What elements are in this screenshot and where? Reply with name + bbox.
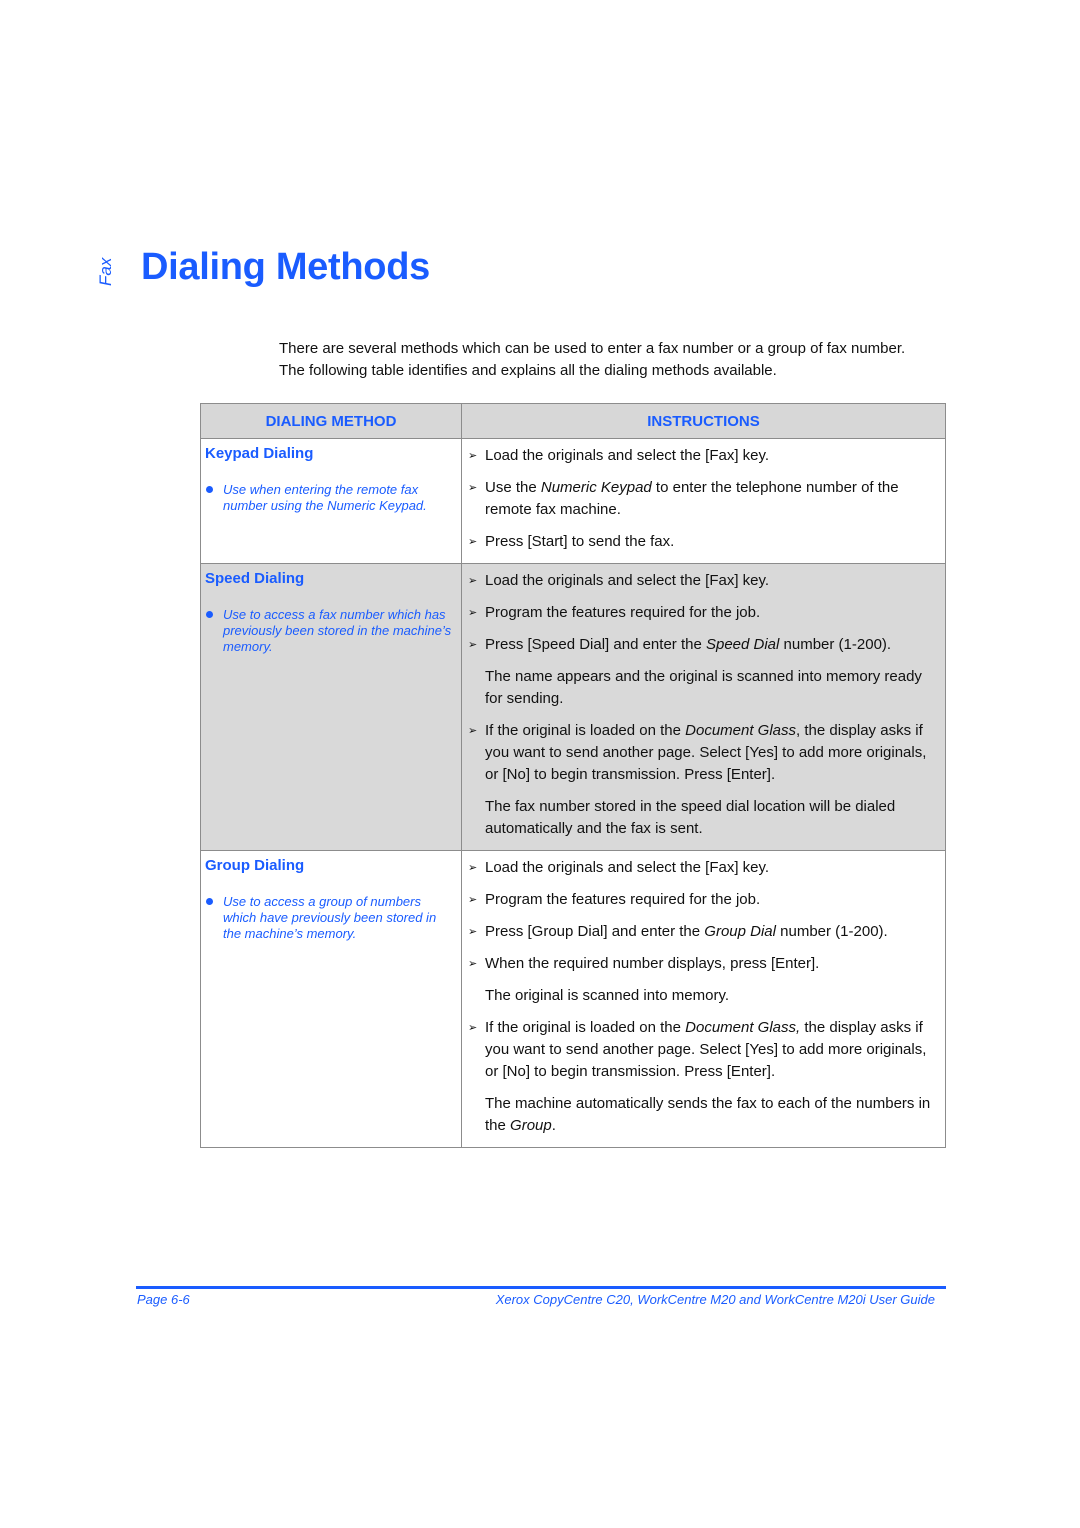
arrow-bullet-icon: ➢	[468, 1022, 478, 1034]
table-row: Group Dialing Use to access a group of nu…	[200, 850, 946, 1148]
arrow-bullet-icon: ➢	[468, 894, 478, 906]
instructions-cell: ➢ Load the originals and select the [Fax]…	[461, 438, 946, 564]
method-name: Speed Dialing	[205, 570, 305, 587]
step-text: Load the originals and select the [Fax] …	[485, 859, 770, 876]
step-text: Press [Start] to send the fax.	[485, 533, 675, 550]
instruction-step: ➢ When the required number displays, pres…	[466, 953, 939, 975]
step-text: number (1-200).	[779, 636, 892, 653]
instruction-step: ➢ Load the originals and select the [Fax]…	[466, 445, 939, 467]
arrow-bullet-icon: ➢	[468, 575, 478, 587]
instruction-step: ➢ Program the features required for the j…	[466, 602, 939, 624]
intro-line: The following table identifies and expla…	[279, 362, 777, 379]
arrow-bullet-icon: ➢	[468, 958, 478, 970]
dialing-methods-table: DIALING METHOD INSTRUCTIONS Keypad Diali…	[200, 403, 946, 1148]
arrow-bullet-icon: ➢	[468, 862, 478, 874]
table-row: Keypad Dialing Use when entering the remo…	[200, 438, 946, 564]
intro-line: There are several methods which can be u…	[279, 340, 906, 357]
bullet-dot-icon	[206, 486, 213, 493]
step-text: If the original is loaded on the	[485, 1019, 686, 1036]
instructions-cell: ➢ Load the originals and select the [Fax]…	[461, 563, 946, 851]
step-text: Use the	[485, 479, 541, 496]
page-title: Dialing Methods	[141, 246, 430, 288]
section-side-label: Fax	[96, 257, 115, 286]
bullet-dot-icon	[206, 898, 213, 905]
arrow-bullet-icon: ➢	[468, 607, 478, 619]
method-cell: Group Dialing Use to access a group of nu…	[200, 850, 462, 1148]
step-text: When the required number displays, press…	[485, 955, 820, 972]
step-text: The fax number stored in the speed dial …	[485, 798, 896, 837]
method-cell: Speed Dialing Use to access a fax number …	[200, 563, 462, 851]
guide-title: Xerox CopyCentre C20, WorkCentre M20 and…	[495, 1292, 935, 1307]
instruction-step: ➢ If the original is loaded on the Docume…	[466, 720, 939, 786]
method-name: Keypad Dialing	[205, 445, 314, 462]
emphasis-text: Speed Dial	[705, 636, 780, 653]
header-dialing-method: DIALING METHOD	[200, 403, 462, 439]
step-text: Program the features required for the jo…	[485, 604, 761, 621]
step-text: Press [Group Dial] and enter the	[485, 923, 705, 940]
step-text: The name appears and the original is sca…	[485, 668, 922, 707]
emphasis-text: Numeric Keypad	[540, 479, 652, 496]
instruction-note: The name appears and the original is sca…	[466, 666, 939, 710]
arrow-bullet-icon: ➢	[468, 639, 478, 651]
instructions-cell: ➢ Load the originals and select the [Fax]…	[461, 850, 946, 1148]
emphasis-text: Document Glass,	[685, 1019, 801, 1036]
instruction-step: ➢ Use the Numeric Keypad to enter the tel…	[466, 477, 939, 521]
method-note-text: Use to access a fax number which has pre…	[223, 607, 452, 654]
intro-paragraph: There are several methods which can be u…	[279, 338, 959, 382]
method-note: Use to access a group of numbers which h…	[205, 894, 457, 942]
step-text: The original is scanned into memory.	[485, 987, 729, 1004]
page-number: Page 6-6	[137, 1292, 190, 1307]
arrow-bullet-icon: ➢	[468, 536, 478, 548]
method-note-text: Use when entering the remote fax number …	[223, 482, 427, 513]
step-text: number (1-200).	[775, 923, 888, 940]
method-note: Use to access a fax number which has pre…	[205, 607, 457, 655]
step-text: Program the features required for the jo…	[485, 891, 761, 908]
emphasis-text: Document Glass	[685, 722, 797, 739]
arrow-bullet-icon: ➢	[468, 450, 478, 462]
instruction-step: ➢ Press [Start] to send the fax.	[466, 531, 939, 553]
table-row: Speed Dialing Use to access a fax number …	[200, 563, 946, 851]
step-text: Press [Speed Dial] and enter the	[485, 636, 706, 653]
emphasis-text: Group	[510, 1117, 552, 1134]
arrow-bullet-icon: ➢	[468, 482, 478, 494]
instruction-note: The machine automatically sends the fax …	[466, 1093, 939, 1137]
method-name: Group Dialing	[205, 857, 305, 874]
instruction-note: The fax number stored in the speed dial …	[466, 796, 939, 840]
instruction-step: ➢ Program the features required for the j…	[466, 889, 939, 911]
method-cell: Keypad Dialing Use when entering the remo…	[200, 438, 462, 564]
instruction-note: The original is scanned into memory.	[466, 985, 939, 1007]
step-text: Load the originals and select the [Fax] …	[485, 447, 770, 464]
arrow-bullet-icon: ➢	[468, 926, 478, 938]
instruction-step: ➢ Load the originals and select the [Fax]…	[466, 570, 939, 592]
instruction-step: ➢ If the original is loaded on the Docume…	[466, 1017, 939, 1083]
instruction-step: ➢ Load the originals and select the [Fax]…	[466, 857, 939, 879]
footer-divider	[136, 1286, 946, 1289]
method-note-text: Use to access a group of numbers which h…	[223, 894, 437, 941]
table-header-row: DIALING METHOD INSTRUCTIONS	[200, 403, 946, 439]
step-text: Load the originals and select the [Fax] …	[485, 572, 770, 589]
method-note: Use when entering the remote fax number …	[205, 482, 457, 514]
step-text: If the original is loaded on the	[485, 722, 686, 739]
arrow-bullet-icon: ➢	[468, 725, 478, 737]
header-instructions: INSTRUCTIONS	[461, 403, 946, 439]
instruction-step: ➢ Press [Speed Dial] and enter the Speed …	[466, 634, 939, 656]
instruction-step: ➢ Press [Group Dial] and enter the Group …	[466, 921, 939, 943]
step-text: .	[551, 1117, 556, 1134]
emphasis-text: Group Dial	[704, 923, 776, 940]
bullet-dot-icon	[206, 611, 213, 618]
